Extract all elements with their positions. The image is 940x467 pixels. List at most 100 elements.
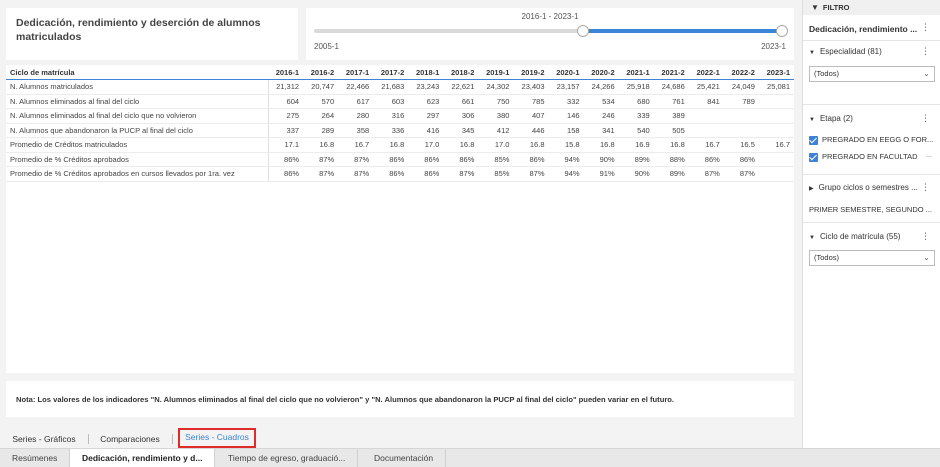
table-cell: 789 xyxy=(723,94,759,109)
table-header-label: Ciclo de matrícula xyxy=(6,65,268,80)
table-cell: 16.8 xyxy=(303,137,339,153)
table-header-cycle: 2016-2 xyxy=(303,65,339,80)
triangle-right-icon: ▶ xyxy=(809,186,814,192)
table-cell: 25,421 xyxy=(688,79,724,95)
tab-series-cuadros[interactable]: Series - Cuadros xyxy=(178,428,256,448)
table-cell: 87% xyxy=(303,152,339,167)
slider-fill xyxy=(583,29,782,33)
tab-series-graficos[interactable]: Series - Gráficos xyxy=(4,431,84,447)
table-cell: 16.7 xyxy=(338,137,374,153)
table-cell: 246 xyxy=(583,108,619,124)
table-cell: 87% xyxy=(513,166,549,182)
kebab-icon[interactable]: ⋮ xyxy=(921,46,930,57)
chevron-down-icon: ⌄ xyxy=(923,253,930,262)
table-cell: 17.1 xyxy=(268,137,304,153)
etapa-filter-label[interactable]: ▼ Etapa (2) xyxy=(809,114,853,123)
etapa-option-label: PREGRADO EN FACULTAD xyxy=(822,152,918,161)
table-cell: 90% xyxy=(583,152,619,167)
table-cell: 86% xyxy=(688,152,724,167)
row-label: N. Alumnos matriculados xyxy=(6,79,269,95)
table-header-cycle: 2019-1 xyxy=(478,65,514,80)
etapa-option-label: PREGRADO EN EEGG O FOR... xyxy=(822,135,934,144)
table-cell: 94% xyxy=(548,152,584,167)
slider-range-label: 2016-1 - 2023-1 xyxy=(521,12,579,21)
table-cell: 750 xyxy=(478,94,514,109)
table-header-cycle: 2016-1 xyxy=(268,65,304,80)
table-row: N. Alumnos matriculados 21,312 20,747 22,46… xyxy=(6,79,794,95)
etapa-option-eegg[interactable]: PREGRADO EN EEGG O FOR... xyxy=(809,135,933,145)
table-cell: 25,918 xyxy=(618,79,654,95)
table-cell: 680 xyxy=(618,94,654,109)
tab-comparaciones[interactable]: Comparaciones xyxy=(92,431,168,447)
table-cell: 570 xyxy=(303,94,339,109)
table-cell: 94% xyxy=(548,166,584,182)
funnel-icon: ▼ xyxy=(811,3,819,12)
table-cell: 16.5 xyxy=(723,137,759,153)
etapa-option-facultad[interactable]: PREGRADO EN FACULTAD xyxy=(809,152,918,162)
table-cell: 87% xyxy=(338,166,374,182)
table-row: N. Alumnos que abandonaron la PUCP al fi… xyxy=(6,123,794,138)
table-cell: 337 xyxy=(268,123,304,138)
ciclo-filter-label[interactable]: ▼ Ciclo de matrícula (55) xyxy=(809,232,900,241)
table-cell: 17.0 xyxy=(478,137,514,153)
table-cell: 623 xyxy=(408,94,444,109)
table-cell: 264 xyxy=(303,108,339,124)
sheet-tab-documentacion[interactable]: Documentación xyxy=(362,449,447,467)
table-cell: 316 xyxy=(373,108,409,124)
table-cell xyxy=(758,123,794,138)
cycle-range-slider-card: 2016-1 - 2023-1 2005-1 2023-1 xyxy=(306,8,794,60)
kebab-icon[interactable]: ⋮ xyxy=(921,22,930,33)
slider-track[interactable] xyxy=(314,25,788,37)
table-header-cycle: 2022-2 xyxy=(723,65,759,80)
sheet-tab-dedicacion[interactable]: Dedicación, rendimiento y d... xyxy=(70,449,216,467)
table-header-cycle: 2021-2 xyxy=(653,65,689,80)
table-cell xyxy=(758,152,794,167)
table-row: N. Alumnos eliminados al final del ciclo… xyxy=(6,108,794,124)
table-cell: 661 xyxy=(443,94,479,109)
table-cell: 86% xyxy=(513,152,549,167)
sheet-tab-resumenes[interactable]: Resúmenes xyxy=(0,449,71,467)
slider-handle-start[interactable] xyxy=(577,25,590,37)
table-cell: 89% xyxy=(618,152,654,167)
table-cell: 85% xyxy=(478,152,514,167)
sheet-tab-tiempo-egreso[interactable]: Tiempo de egreso, graduació... xyxy=(216,449,359,467)
etapa-label: Etapa (2) xyxy=(819,114,853,123)
grupo-filter-label[interactable]: ▶ Grupo ciclos o semestres ... xyxy=(809,183,918,192)
kebab-icon[interactable]: ⋮ xyxy=(921,113,930,124)
table-cell: 603 xyxy=(373,94,409,109)
slider-handle-end[interactable] xyxy=(776,25,788,37)
grupo-value: PRIMER SEMESTRE, SEGUNDO ... xyxy=(809,205,932,214)
table-cell: 86% xyxy=(373,152,409,167)
table-cell: 87% xyxy=(688,166,724,182)
table-cell: 20,747 xyxy=(303,79,339,95)
especialidad-filter-label[interactable]: ▼ Especialidad (81) xyxy=(809,47,882,56)
table-cell: 16.8 xyxy=(583,137,619,153)
especialidad-label: Especialidad (81) xyxy=(819,47,882,56)
table-cell: 407 xyxy=(513,108,549,124)
table-cell xyxy=(758,108,794,124)
filter-header-label: FILTRO xyxy=(822,3,850,12)
title-card: Dedicación, rendimiento y deserción de a… xyxy=(6,8,298,60)
table-cell: 345 xyxy=(443,123,479,138)
row-label: N. Alumnos eliminados al final del ciclo xyxy=(6,94,269,109)
ciclo-select[interactable]: (Todos) ⌄ xyxy=(809,250,935,266)
table-cell: 604 xyxy=(268,94,304,109)
table-cell: 24,049 xyxy=(723,79,759,95)
tab-separator xyxy=(88,434,89,444)
app: Dedicación, rendimiento y deserción de a… xyxy=(0,0,940,467)
table-cell xyxy=(758,166,794,182)
divider xyxy=(803,222,940,223)
especialidad-select[interactable]: (Todos) ⌄ xyxy=(809,66,935,82)
table-cell: 86% xyxy=(268,152,304,167)
checkbox-checked-icon[interactable] xyxy=(809,152,818,162)
checkbox-checked-icon[interactable] xyxy=(809,135,818,145)
filter-panel: ▼ FILTRO Dedicación, rendimiento ... ⋮ ▼ E… xyxy=(802,0,940,448)
table-cell: 339 xyxy=(618,108,654,124)
table-cell: 289 xyxy=(303,123,339,138)
ellipsis-icon[interactable]: ... xyxy=(926,152,932,159)
table-cell: 389 xyxy=(653,108,689,124)
kebab-icon[interactable]: ⋮ xyxy=(921,231,930,242)
row-label: Promedio de Créditos matriculados xyxy=(6,137,269,153)
row-label: N. Alumnos eliminados al final del ciclo… xyxy=(6,108,269,124)
kebab-icon[interactable]: ⋮ xyxy=(921,182,930,193)
